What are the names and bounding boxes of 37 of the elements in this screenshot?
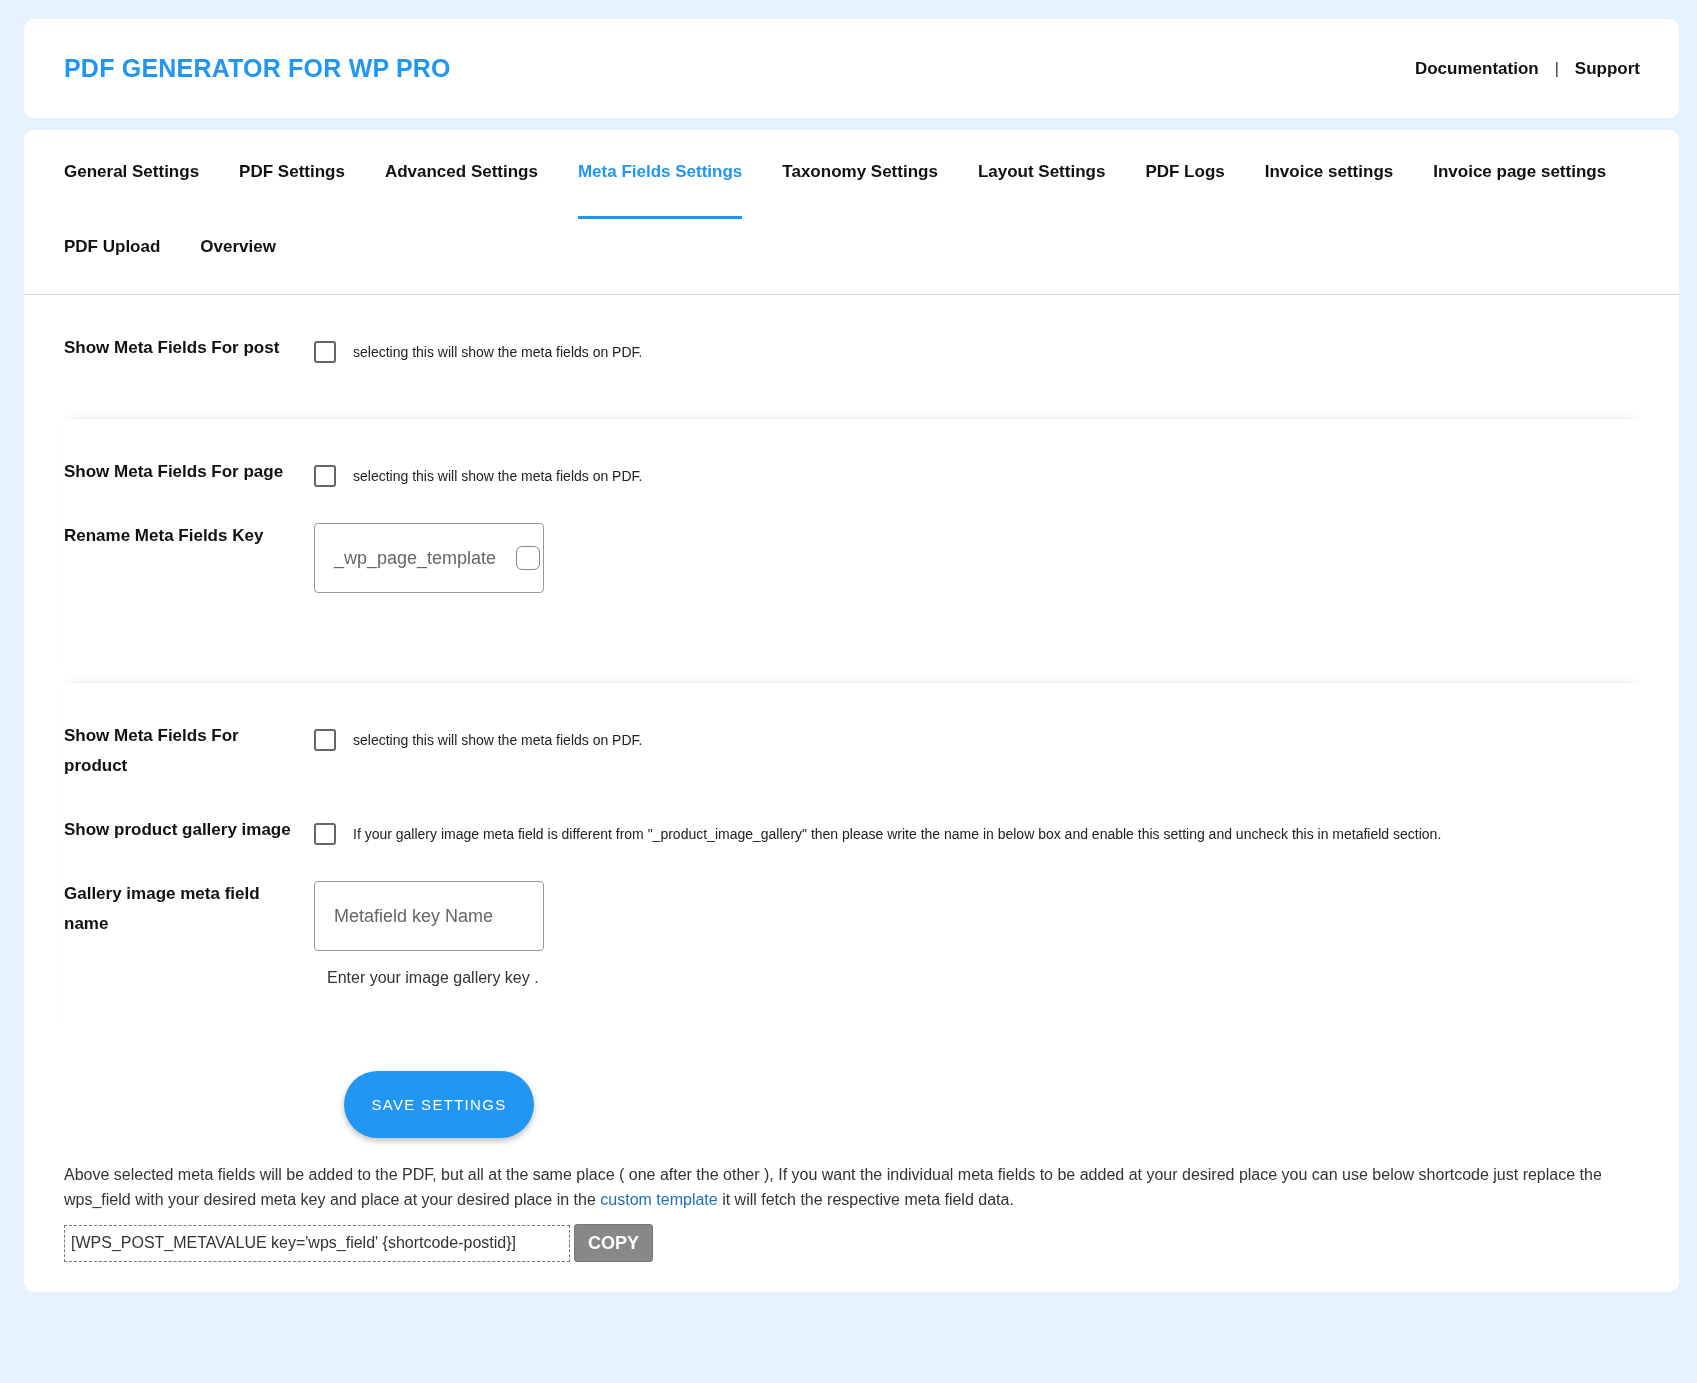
checkbox-description: selecting this will show the meta fields on PDF.	[353, 467, 643, 486]
input-field[interactable]: Metafield key Name	[314, 881, 544, 951]
copy-button[interactable]: COPY	[574, 1224, 653, 1262]
checkbox-description: selecting this will show the meta fields on PDF.	[353, 731, 643, 750]
meta-key-text: _wp_page_template	[334, 547, 497, 569]
meta-key-field[interactable]: _wp_page_template	[314, 523, 544, 593]
checkbox[interactable]	[314, 465, 336, 487]
setting-label: Show product gallery image	[64, 819, 292, 841]
header-link[interactable]: Support	[1574, 58, 1640, 79]
setting-label: Show Meta Fields For product	[64, 725, 240, 777]
settings-tab[interactable]: Invoice settings	[1264, 144, 1394, 219]
setting-label: Show Meta Fields For post	[64, 337, 281, 359]
shortcode-note: Above selected meta fields will be added to the PDF, but all at the same place ( one after the other ), If you want the individual meta fields to be added at your desired place you can use below shortcode just replace the wps_field with your desired meta key and place at your desired place in the custom template it will fetch the respective meta field data.	[64, 1165, 1603, 1210]
checkbox[interactable]	[314, 341, 336, 363]
settings-tab[interactable]: General Settings	[64, 144, 200, 219]
settings-tab[interactable]: Taxonomy Settings	[782, 144, 938, 219]
settings-tab[interactable]: Layout Settings	[977, 144, 1106, 219]
checkbox[interactable]	[314, 823, 336, 845]
settings-tab[interactable]: PDF Settings	[239, 144, 345, 219]
setting-label: Gallery image meta field name	[64, 883, 261, 935]
setting-label: Rename Meta Fields Key	[64, 525, 265, 547]
help-text: Enter your image gallery key .	[326, 968, 540, 987]
shortcode-field[interactable]: [WPS_POST_METAVALUE key='wps_field' {shortcode-postid}]	[64, 1224, 570, 1262]
app-title: PDF GENERATOR FOR WP PRO	[64, 54, 451, 83]
custom-template-link[interactable]: custom template	[600, 1191, 718, 1208]
link-separator: |	[1554, 59, 1559, 78]
settings-tab[interactable]: Advanced Settings	[384, 144, 538, 219]
setting-label: Show Meta Fields For page	[64, 461, 285, 483]
header-link[interactable]: Documentation	[1414, 58, 1539, 79]
settings-tab[interactable]: PDF Upload	[64, 219, 161, 294]
checkbox-description: If your gallery image meta field is different from "_product_image_gallery" then please write the name in below box and enable this setting and uncheck this in metafield section.	[353, 825, 1442, 844]
checkbox[interactable]	[314, 729, 336, 751]
settings-tab[interactable]: Overview	[200, 219, 276, 294]
checkbox-description: selecting this will show the meta fields on PDF.	[353, 343, 643, 362]
checkbox[interactable]	[516, 546, 540, 570]
settings-tab[interactable]: Invoice page settings	[1433, 144, 1607, 219]
settings-tab[interactable]: PDF Logs	[1145, 144, 1225, 219]
